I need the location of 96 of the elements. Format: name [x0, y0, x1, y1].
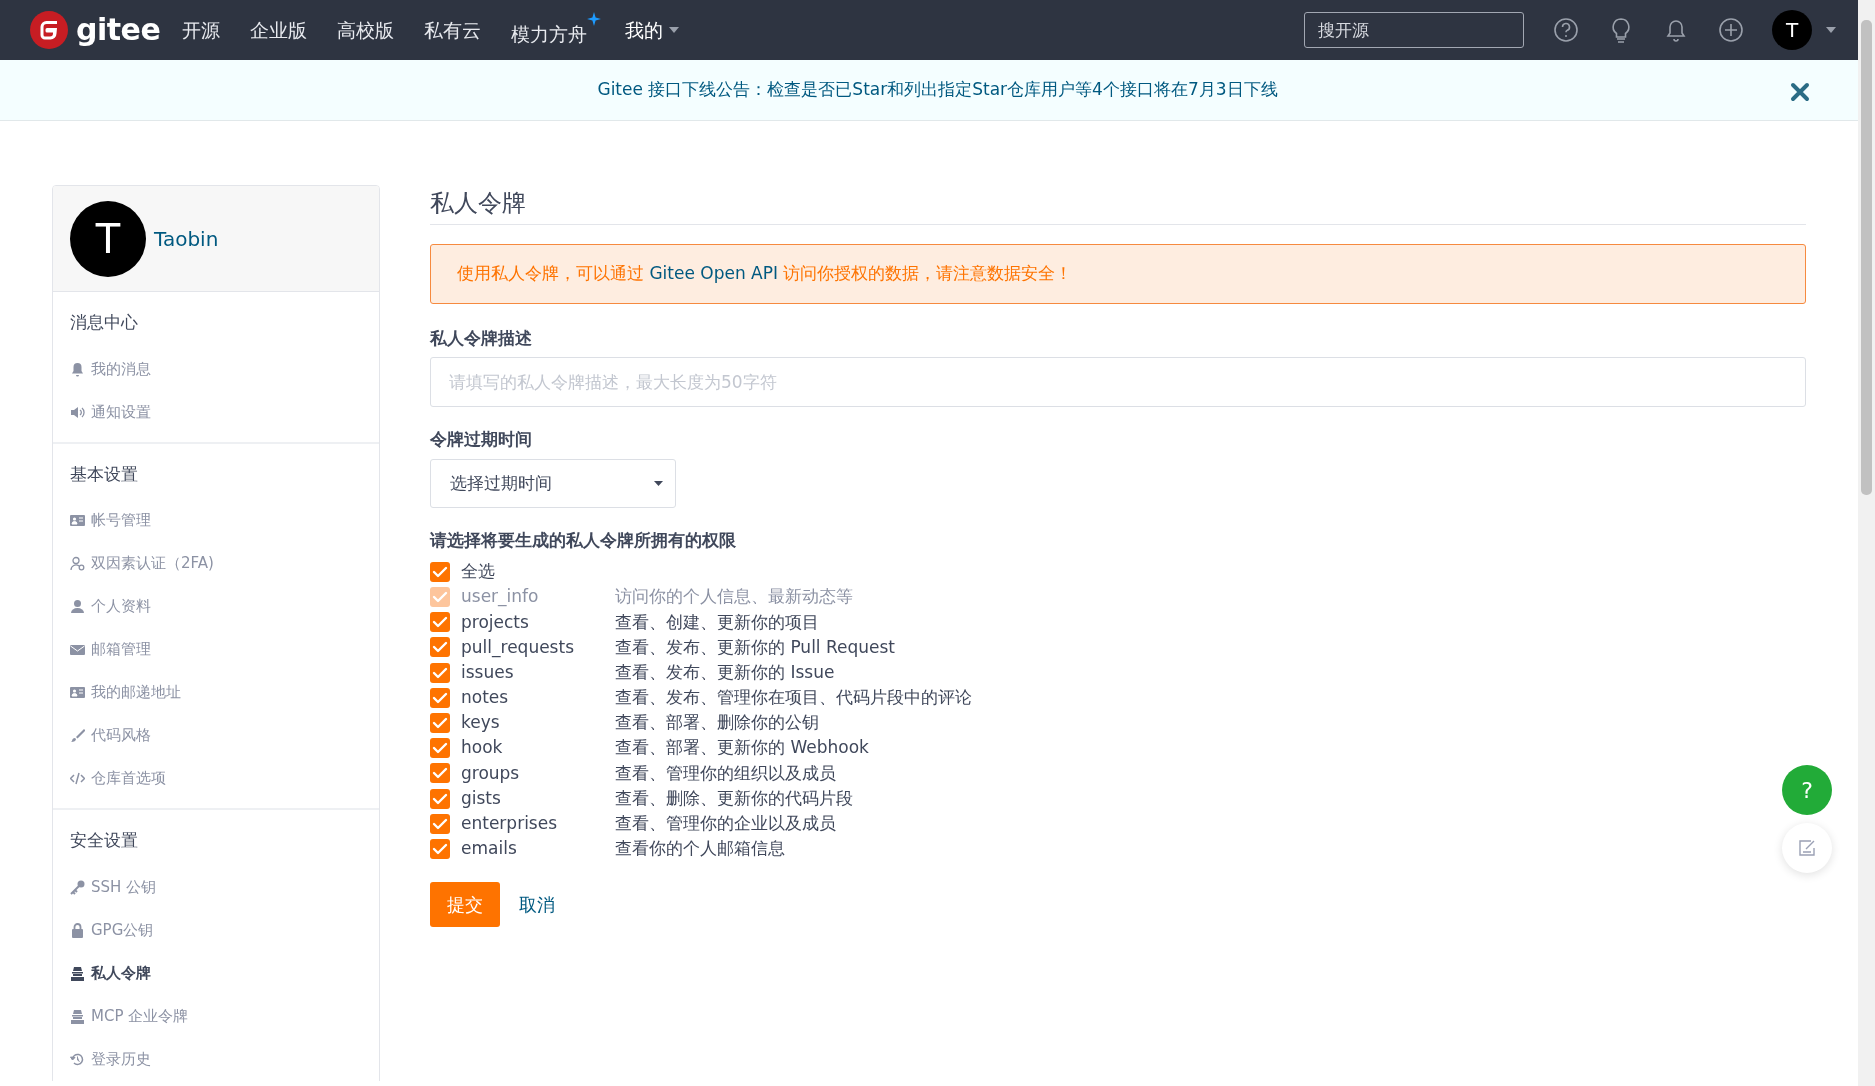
- caret-icon: [654, 480, 663, 486]
- caret-icon[interactable]: [669, 27, 680, 33]
- sidebar-item[interactable]: SSH 公钥: [53, 865, 379, 909]
- nav-link[interactable]: 企业版: [250, 15, 308, 45]
- scope-description: 查看、创建、更新你的项目: [615, 610, 819, 634]
- envelope-icon: [70, 642, 85, 657]
- scope-description: 查看、部署、删除你的公钥: [615, 711, 819, 735]
- feedback-button[interactable]: [1782, 823, 1832, 873]
- user-avatar[interactable]: T: [1772, 10, 1812, 50]
- profile-avatar: T: [70, 200, 146, 277]
- section-title: 基本设置: [69, 462, 139, 486]
- submit-button[interactable]: 提交: [430, 881, 500, 927]
- bell-icon: [70, 361, 85, 377]
- scope-name: enterprises: [461, 812, 559, 835]
- plus-icon[interactable]: [1718, 17, 1744, 43]
- user-icon: [70, 599, 85, 614]
- announcement-text[interactable]: Gitee 接口下线公告：检查是否已Star和列出指定Star仓库用户等4个接口将在7月3日下线: [597, 77, 1278, 103]
- checkbox[interactable]: [430, 788, 450, 809]
- lock-icon: [70, 922, 85, 938]
- profile-name-link[interactable]: Taobin: [154, 223, 219, 254]
- checkbox[interactable]: [430, 612, 450, 633]
- sidebar-item[interactable]: GPG公钥: [53, 908, 379, 952]
- scope-description: 查看、发布、更新你的 Pull Request: [615, 635, 896, 659]
- sidebar-item[interactable]: 通知设置: [53, 390, 379, 434]
- brush-icon: [70, 728, 85, 743]
- scope-name: hook: [461, 736, 504, 760]
- section-title: 安全设置: [69, 829, 139, 852]
- scope-description: 查看、删除、更新你的代码片段: [615, 786, 853, 810]
- scope-name: keys: [461, 711, 501, 735]
- sidebar-item[interactable]: 代码风格: [53, 714, 379, 757]
- code-icon: [70, 771, 85, 786]
- sidebar-item[interactable]: 登录历史: [53, 1037, 379, 1081]
- logo-icon[interactable]: [30, 11, 68, 49]
- nav-link[interactable]: 私有云: [424, 15, 482, 45]
- scope-description: 查看、管理你的企业以及成员: [615, 812, 836, 835]
- scope-description: 查看、发布、管理你在项目、代码片段中的评论: [615, 686, 972, 710]
- sidebar-item[interactable]: 我的邮递地址: [53, 671, 379, 714]
- nav-link[interactable]: 开源: [182, 15, 221, 45]
- page-title: 私人令牌: [430, 185, 1806, 225]
- expiry-dropdown[interactable]: 选择过期时间: [430, 458, 676, 508]
- checkbox[interactable]: [430, 763, 450, 784]
- help-icon[interactable]: [1553, 17, 1579, 43]
- checkbox[interactable]: [430, 813, 450, 834]
- scope-name: groups: [461, 761, 521, 785]
- nav-link[interactable]: 模力方舟: [511, 0, 602, 60]
- scope-name: emails: [461, 837, 518, 861]
- help-button[interactable]: ?: [1782, 765, 1832, 815]
- scope-description: 访问你的个人信息、最新动态等: [615, 585, 853, 609]
- key-icon: [70, 879, 85, 895]
- history-icon: [70, 1051, 85, 1067]
- id-card-icon: [70, 513, 85, 528]
- scrollbar-thumb[interactable]: [1858, 20, 1875, 495]
- speaker-icon: [70, 404, 85, 420]
- logo-text[interactable]: gitee: [76, 15, 161, 45]
- scope-description: 查看、部署、更新你的 Webhook: [615, 736, 869, 760]
- scope-name: projects: [461, 610, 530, 634]
- scope-name: issues: [461, 660, 515, 684]
- sidebar-item[interactable]: 帐号管理: [53, 499, 379, 542]
- user-icon: [70, 556, 85, 571]
- id-card-icon: [70, 685, 85, 700]
- field-label: 请选择将要生成的私人令牌所拥有的权限: [430, 528, 736, 552]
- sidebar-item[interactable]: 邮箱管理: [53, 628, 379, 671]
- edit-icon: [1798, 839, 1816, 857]
- scope-name: pull_requests: [461, 635, 575, 660]
- sidebar-item[interactable]: MCP 企业令牌: [53, 994, 379, 1038]
- description-field[interactable]: 请填写的私人令牌描述，最大长度为50字符: [430, 357, 1806, 408]
- scope-description: 查看、发布、更新你的 Issue: [615, 660, 835, 684]
- checkbox[interactable]: [430, 738, 450, 759]
- sparkle-icon: [587, 12, 602, 26]
- checkbox[interactable]: [430, 687, 450, 708]
- scope-name: gists: [461, 786, 502, 810]
- sidebar-item[interactable]: 私人令牌: [53, 951, 379, 995]
- scope-description: 查看你的个人邮箱信息: [615, 837, 785, 861]
- scope-name: user_info: [461, 585, 540, 609]
- nav-link[interactable]: 我的: [625, 15, 680, 45]
- checkbox[interactable]: [430, 838, 450, 859]
- caret-icon[interactable]: [1826, 27, 1836, 33]
- alert-message: 使用私人令牌，可以通过 Gitee Open API 访问你授权的数据，请注意数据安全！: [457, 262, 1073, 286]
- cancel-link[interactable]: 取消: [519, 890, 555, 918]
- search-field[interactable]: 搜开源: [1304, 12, 1524, 48]
- checkbox[interactable]: [430, 662, 450, 683]
- checkbox[interactable]: [430, 561, 450, 582]
- checkbox-label: 全选: [461, 560, 496, 584]
- sidebar-item[interactable]: 双因素认证（2FA): [53, 542, 379, 585]
- api-link[interactable]: Gitee Open API: [649, 263, 778, 284]
- scope-description: 查看、管理你的组织以及成员: [615, 761, 836, 785]
- sidebar-item[interactable]: 我的消息: [53, 347, 379, 391]
- checkbox[interactable]: [430, 637, 450, 658]
- field-label: 令牌过期时间: [430, 428, 532, 452]
- checkbox[interactable]: [430, 713, 450, 733]
- sidebar-item[interactable]: 个人资料: [53, 585, 379, 628]
- sidebar-item[interactable]: 仓库首选项: [53, 757, 379, 800]
- section-title: 消息中心: [69, 311, 139, 334]
- scope-name: notes: [461, 686, 510, 710]
- field-label: 私人令牌描述: [430, 326, 532, 350]
- nav-link[interactable]: 高校版: [337, 15, 395, 45]
